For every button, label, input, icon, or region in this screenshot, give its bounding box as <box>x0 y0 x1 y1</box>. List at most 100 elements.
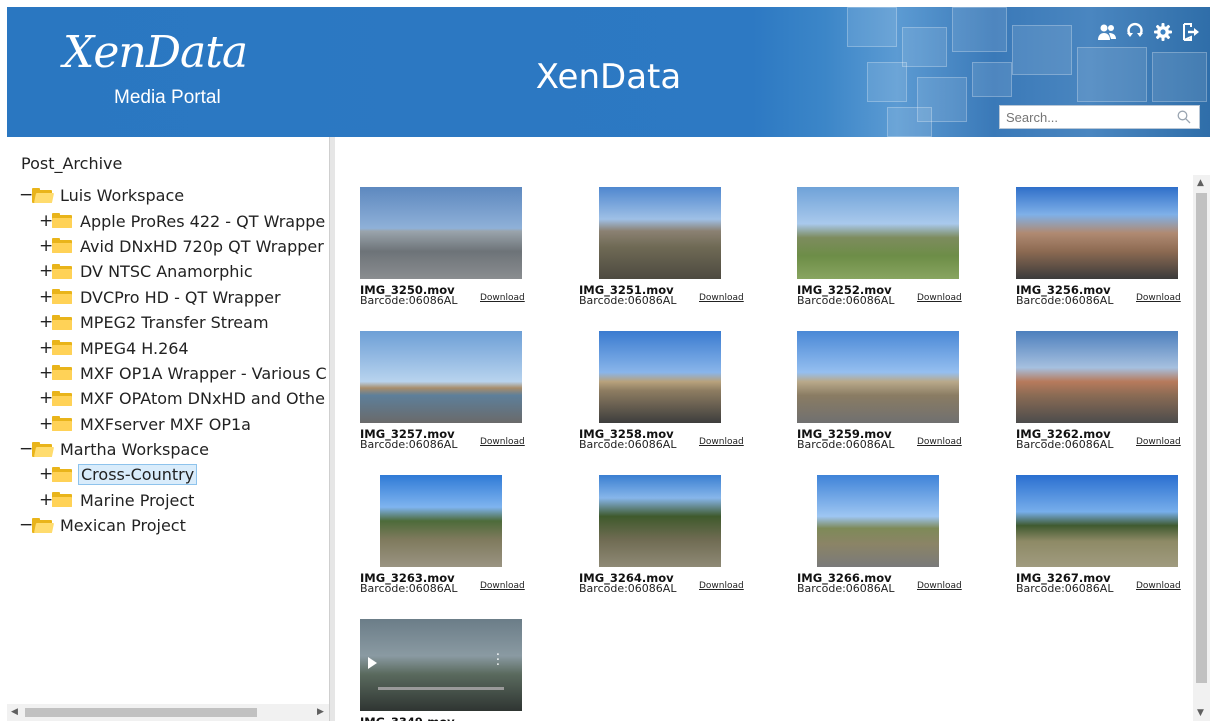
header-decoration <box>887 107 932 137</box>
vertical-scrollbar[interactable]: ▲ ▼ <box>1193 175 1210 721</box>
tree-node[interactable]: − Martha Workspace <box>7 437 329 462</box>
folder-tree: − Luis Workspace + Apple ProRes 422 - QT Wr… <box>7 183 329 538</box>
download-link[interactable]: Download <box>480 581 525 591</box>
tree-node-label[interactable]: Marine Project <box>78 490 196 511</box>
download-link[interactable]: Download <box>699 437 744 447</box>
video-thumbnail[interactable] <box>1016 475 1178 567</box>
refresh-icon[interactable] <box>1124 21 1146 43</box>
tree-node-label[interactable]: MPEG4 H.264 <box>78 338 191 359</box>
folder-icon <box>52 340 72 356</box>
folder-icon <box>52 314 72 330</box>
tree-node[interactable]: + DVCPro HD - QT Wrapper <box>7 285 329 310</box>
download-link[interactable]: Download <box>1136 437 1181 447</box>
users-icon[interactable] <box>1096 21 1118 43</box>
tree-node-label[interactable]: MPEG2 Transfer Stream <box>78 312 271 333</box>
video-progress-bar[interactable] <box>378 687 504 690</box>
media-barcode: Barcode:06086AL <box>579 582 677 595</box>
scroll-down-arrow-icon[interactable]: ▼ <box>1197 708 1204 718</box>
expand-icon[interactable]: + <box>39 415 53 433</box>
download-link[interactable]: Download <box>1136 293 1181 303</box>
video-thumbnail[interactable] <box>599 475 721 567</box>
collapse-icon[interactable]: − <box>19 187 33 204</box>
tree-root-label: Post_Archive <box>21 154 123 173</box>
video-thumbnail[interactable] <box>599 187 721 279</box>
tree-node[interactable]: + Cross-Country <box>7 462 329 487</box>
tree-node[interactable]: − Mexican Project <box>7 513 329 538</box>
download-link[interactable]: Download <box>699 293 744 303</box>
tree-node-label[interactable]: Avid DNxHD 720p QT Wrapper <box>78 236 326 257</box>
expand-icon[interactable]: + <box>39 491 53 509</box>
download-link[interactable]: Download <box>699 581 744 591</box>
tree-node-label[interactable]: Luis Workspace <box>58 185 186 206</box>
tree-node[interactable]: + Apple ProRes 422 - QT Wrappe <box>7 208 329 233</box>
tree-node-label[interactable]: DVCPro HD - QT Wrapper <box>78 287 283 308</box>
tree-node[interactable]: + DV NTSC Anamorphic <box>7 259 329 284</box>
play-icon[interactable] <box>368 657 377 669</box>
folder-icon <box>52 466 72 482</box>
media-barcode: Barcode:06086AL <box>360 582 458 595</box>
scrollbar-thumb[interactable] <box>25 708 257 717</box>
video-thumbnail[interactable] <box>360 331 522 423</box>
video-thumbnail[interactable] <box>380 475 502 567</box>
video-thumbnail[interactable] <box>1016 187 1178 279</box>
scroll-up-arrow-icon[interactable]: ▲ <box>1197 178 1204 188</box>
expand-icon[interactable]: + <box>39 390 53 407</box>
video-thumbnail[interactable] <box>797 331 959 423</box>
expand-icon[interactable]: + <box>39 212 53 230</box>
tree-node[interactable]: + Marine Project <box>7 488 329 513</box>
header-decoration <box>952 7 1007 52</box>
video-thumbnail[interactable]: · · · <box>360 619 522 711</box>
tree-node[interactable]: + MXF OPAtom DNxHD and Othe <box>7 386 329 411</box>
download-link[interactable]: Download <box>917 581 962 591</box>
tree-node[interactable]: + Avid DNxHD 720p QT Wrapper <box>7 234 329 259</box>
logout-icon[interactable] <box>1180 21 1202 43</box>
horizontal-scrollbar[interactable]: ◀ ▶ <box>7 704 329 721</box>
search-input[interactable] <box>1000 107 1174 127</box>
expand-icon[interactable]: + <box>39 364 53 382</box>
scrollbar-thumb[interactable] <box>1196 193 1207 683</box>
folder-icon <box>52 365 72 381</box>
download-link[interactable]: Download <box>480 437 525 447</box>
search-icon[interactable] <box>1174 107 1194 127</box>
tree-node-label[interactable]: MXF OPAtom DNxHD and Othe <box>78 388 327 409</box>
scroll-right-arrow-icon[interactable]: ▶ <box>317 707 324 717</box>
expand-icon[interactable]: + <box>39 339 53 357</box>
header-decoration <box>847 7 897 47</box>
folder-open-icon <box>32 517 55 533</box>
expand-icon[interactable]: + <box>39 314 53 331</box>
tree-node-label[interactable]: Apple ProRes 422 - QT Wrappe <box>78 211 327 232</box>
tree-node-label[interactable]: Martha Workspace <box>58 439 211 460</box>
collapse-icon[interactable]: − <box>19 517 33 534</box>
more-options-icon[interactable]: · · · <box>496 649 500 672</box>
tree-node-label[interactable]: DV NTSC Anamorphic <box>78 261 255 282</box>
folder-icon <box>52 213 72 229</box>
download-link[interactable]: Download <box>480 293 525 303</box>
search-box <box>999 105 1200 129</box>
download-link[interactable]: Download <box>917 437 962 447</box>
tree-node[interactable]: + MXFserver MXF OP1a <box>7 412 329 437</box>
video-thumbnail[interactable] <box>360 187 522 279</box>
tree-node[interactable]: − Luis Workspace <box>7 183 329 208</box>
media-barcode: Barcode:06086AL <box>1016 582 1114 595</box>
tree-node-label[interactable]: Mexican Project <box>58 515 188 536</box>
gear-icon[interactable] <box>1152 21 1174 43</box>
video-thumbnail[interactable] <box>1016 331 1178 423</box>
scroll-left-arrow-icon[interactable]: ◀ <box>11 707 18 717</box>
tree-node-label[interactable]: Cross-Country <box>78 464 198 486</box>
expand-icon[interactable]: + <box>39 288 53 306</box>
expand-icon[interactable]: + <box>39 237 53 255</box>
tree-node-label[interactable]: MXFserver MXF OP1a <box>78 414 253 435</box>
video-thumbnail[interactable] <box>599 331 721 423</box>
video-thumbnail[interactable] <box>817 475 939 567</box>
collapse-icon[interactable]: − <box>19 441 33 458</box>
tree-node[interactable]: + MPEG2 Transfer Stream <box>7 310 329 335</box>
media-barcode: Barcode:06086AL <box>797 582 895 595</box>
tree-node[interactable]: + MXF OP1A Wrapper - Various C <box>7 361 329 386</box>
video-thumbnail[interactable] <box>797 187 959 279</box>
tree-node-label[interactable]: MXF OP1A Wrapper - Various C <box>78 363 329 384</box>
tree-node[interactable]: + MPEG4 H.264 <box>7 335 329 360</box>
download-link[interactable]: Download <box>1136 581 1181 591</box>
expand-icon[interactable]: + <box>39 466 53 483</box>
download-link[interactable]: Download <box>917 293 962 303</box>
expand-icon[interactable]: + <box>39 263 53 280</box>
